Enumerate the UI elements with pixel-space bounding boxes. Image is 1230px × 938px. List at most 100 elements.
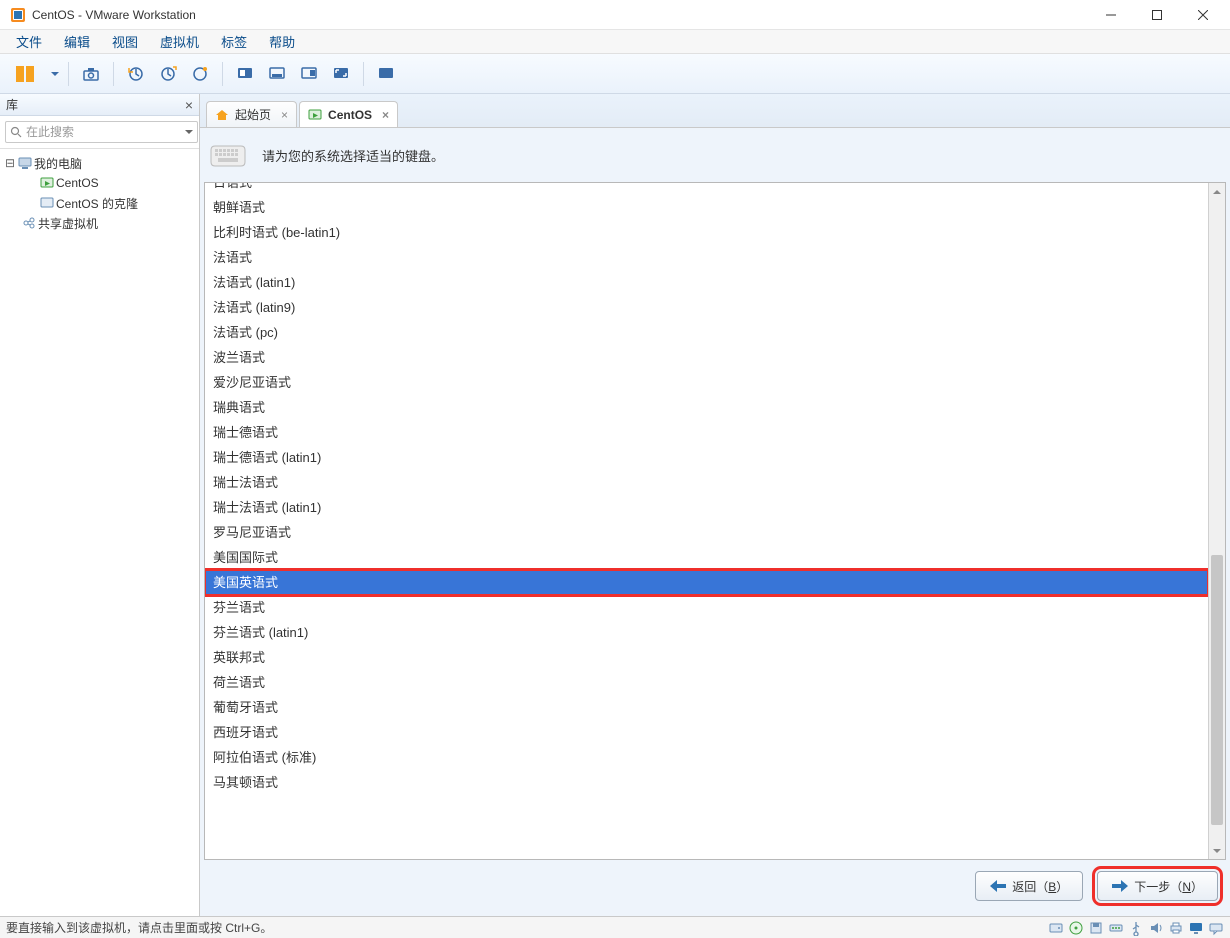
- keyboard-option[interactable]: 美国国际式: [205, 545, 1208, 570]
- list-scrollbar[interactable]: [1208, 183, 1225, 859]
- vm-off-icon: [40, 196, 54, 210]
- content-area: 起始页 × CentOS × 请为您的系统选择适当的键盘。 日语式朝鲜语式比利时…: [200, 94, 1230, 916]
- keyboard-option[interactable]: 罗马尼亚语式: [205, 520, 1208, 545]
- menu-file[interactable]: 文件: [6, 30, 52, 53]
- library-search[interactable]: [5, 121, 198, 143]
- keyboard-option[interactable]: 法语式 (latin9): [205, 295, 1208, 320]
- keyboard-option[interactable]: 日语式: [205, 183, 1208, 195]
- statusbar: 要直接输入到该虚拟机，请点击里面或按 Ctrl+G。: [0, 916, 1230, 938]
- scroll-thumb[interactable]: [1211, 555, 1223, 825]
- tab-close-icon[interactable]: ×: [281, 108, 288, 122]
- usb-icon[interactable]: [1128, 920, 1144, 936]
- revert-snapshot-button[interactable]: [122, 60, 150, 88]
- next-button[interactable]: 下一步（N）: [1097, 871, 1218, 901]
- keyboard-option[interactable]: 爱沙尼亚语式: [205, 370, 1208, 395]
- tab-label: 起始页: [235, 106, 271, 123]
- installer-prompt: 请为您的系统选择适当的键盘。: [262, 146, 444, 165]
- keyboard-option[interactable]: 波兰语式: [205, 345, 1208, 370]
- toolbar: [0, 54, 1230, 94]
- keyboard-option[interactable]: 芬兰语式 (latin1): [205, 620, 1208, 645]
- keyboard-option[interactable]: 瑞士德语式 (latin1): [205, 445, 1208, 470]
- message-icon[interactable]: [1208, 920, 1224, 936]
- search-input[interactable]: [26, 125, 181, 139]
- tabstrip: 起始页 × CentOS ×: [200, 94, 1230, 128]
- tab-home[interactable]: 起始页 ×: [206, 101, 297, 127]
- thumbnail-button[interactable]: [263, 60, 291, 88]
- tree-label: 我的电脑: [34, 155, 82, 172]
- keyboard-option[interactable]: 法语式 (latin1): [205, 270, 1208, 295]
- keyboard-option[interactable]: 荷兰语式: [205, 670, 1208, 695]
- tab-close-icon[interactable]: ×: [382, 108, 389, 122]
- keyboard-option[interactable]: 比利时语式 (be-latin1): [205, 220, 1208, 245]
- window-title: CentOS - VMware Workstation: [32, 8, 196, 22]
- floppy-icon[interactable]: [1088, 920, 1104, 936]
- sound-icon[interactable]: [1148, 920, 1164, 936]
- keyboard-option[interactable]: 法语式: [205, 245, 1208, 270]
- tree-centos-clone[interactable]: CentOS 的克隆: [0, 193, 199, 213]
- close-button[interactable]: [1180, 0, 1226, 30]
- printer-icon[interactable]: [1168, 920, 1184, 936]
- snapshot-button[interactable]: [77, 60, 105, 88]
- keyboard-option[interactable]: 西班牙语式: [205, 720, 1208, 745]
- scroll-up-icon[interactable]: [1209, 183, 1225, 200]
- menu-help[interactable]: 帮助: [259, 30, 305, 53]
- hdd-icon[interactable]: [1048, 920, 1064, 936]
- tree-label: CentOS: [56, 176, 99, 190]
- power-button[interactable]: [6, 60, 46, 88]
- tree-centos[interactable]: CentOS: [0, 173, 199, 193]
- keyboard-option[interactable]: 瑞典语式: [205, 395, 1208, 420]
- keyboard-option[interactable]: 葡萄牙语式: [205, 695, 1208, 720]
- menu-vm[interactable]: 虚拟机: [150, 30, 209, 53]
- tree-label: 共享虚拟机: [38, 215, 98, 232]
- vm-on-icon: [40, 176, 54, 190]
- network-icon[interactable]: [1108, 920, 1124, 936]
- library-title: 库: [6, 96, 18, 113]
- show-console-button[interactable]: [231, 60, 259, 88]
- keyboard-option[interactable]: 马其顿语式: [205, 770, 1208, 795]
- tab-centos[interactable]: CentOS ×: [299, 101, 398, 127]
- menu-tabs[interactable]: 标签: [211, 30, 257, 53]
- power-dropdown[interactable]: [50, 70, 60, 78]
- titlebar: CentOS - VMware Workstation: [0, 0, 1230, 30]
- installer-nav: 返回（B） 下一步（N）: [204, 860, 1226, 912]
- take-snapshot-button[interactable]: [154, 60, 182, 88]
- display-icon[interactable]: [1188, 920, 1204, 936]
- statusbar-text: 要直接输入到该虚拟机，请点击里面或按 Ctrl+G。: [6, 919, 1048, 936]
- tab-label: CentOS: [328, 108, 372, 122]
- vm-on-icon: [308, 108, 322, 122]
- menu-view[interactable]: 视图: [102, 30, 148, 53]
- manage-snapshot-button[interactable]: [186, 60, 214, 88]
- arrow-left-icon: [990, 880, 1006, 892]
- unity-button[interactable]: [372, 60, 400, 88]
- search-dropdown-icon[interactable]: [185, 128, 193, 136]
- multiview-button[interactable]: [295, 60, 323, 88]
- arrow-right-icon: [1112, 880, 1128, 892]
- keyboard-option[interactable]: 法语式 (pc): [205, 320, 1208, 345]
- tree-label: CentOS 的克隆: [56, 195, 138, 212]
- scroll-down-icon[interactable]: [1209, 842, 1225, 859]
- keyboard-option[interactable]: 瑞士法语式: [205, 470, 1208, 495]
- keyboard-option[interactable]: 英联邦式: [205, 645, 1208, 670]
- menu-edit[interactable]: 编辑: [54, 30, 100, 53]
- keyboard-option[interactable]: 芬兰语式: [205, 595, 1208, 620]
- library-header: 库 ×: [0, 94, 199, 116]
- keyboard-option[interactable]: 瑞士法语式 (latin1): [205, 495, 1208, 520]
- keyboard-option[interactable]: 阿拉伯语式 (标准): [205, 745, 1208, 770]
- minimize-button[interactable]: [1088, 0, 1134, 30]
- keyboard-option[interactable]: 瑞士德语式: [205, 420, 1208, 445]
- back-button[interactable]: 返回（B）: [975, 871, 1083, 901]
- library-close-icon[interactable]: ×: [185, 97, 193, 113]
- app-icon: [10, 7, 26, 23]
- tree-shared-vms[interactable]: 共享虚拟机: [0, 213, 199, 233]
- keyboard-option[interactable]: 美国英语式: [205, 570, 1208, 595]
- menubar: 文件 编辑 视图 虚拟机 标签 帮助: [0, 30, 1230, 54]
- back-button-label: 返回（B）: [1012, 878, 1068, 895]
- maximize-button[interactable]: [1134, 0, 1180, 30]
- keyboard-option[interactable]: 朝鲜语式: [205, 195, 1208, 220]
- guest-screen[interactable]: 请为您的系统选择适当的键盘。 日语式朝鲜语式比利时语式 (be-latin1)法…: [200, 128, 1230, 916]
- cdrom-icon[interactable]: [1068, 920, 1084, 936]
- keyboard-list: 日语式朝鲜语式比利时语式 (be-latin1)法语式法语式 (latin1)法…: [204, 182, 1226, 860]
- statusbar-device-icons: [1048, 920, 1224, 936]
- tree-my-computer[interactable]: ⊟ 我的电脑: [0, 153, 199, 173]
- fullscreen-button[interactable]: [327, 60, 355, 88]
